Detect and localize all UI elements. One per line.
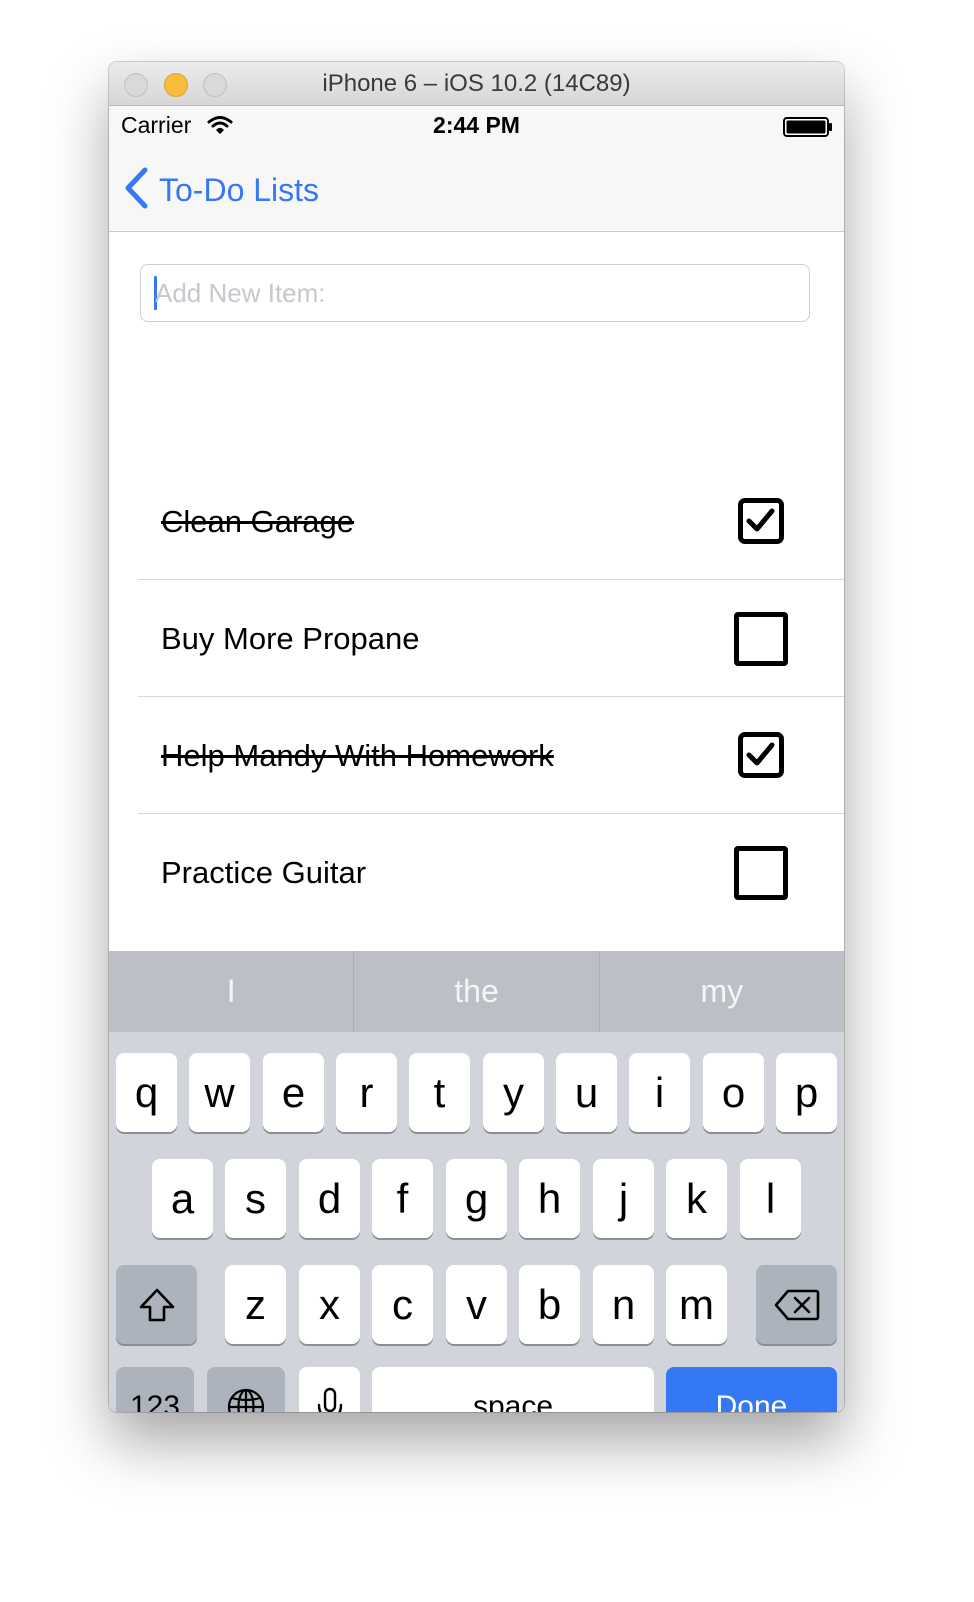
back-button[interactable]: To-Do Lists [123,167,320,214]
key-o[interactable]: o [703,1053,764,1132]
key-h[interactable]: h [519,1159,580,1238]
key-p[interactable]: p [776,1053,837,1132]
status-bar: Carrier 2:44 PM [109,106,844,146]
predictive-text-bar: I the my [109,951,844,1032]
todo-title: Practice Guitar [161,855,367,890]
key-g[interactable]: g [446,1159,507,1238]
prediction-suggestion[interactable]: the [353,951,598,1032]
checkmark-icon [746,508,775,532]
key-z[interactable]: z [225,1265,286,1344]
prediction-suggestion[interactable]: my [598,951,844,1032]
key-b[interactable]: b [519,1265,580,1344]
key-j[interactable]: j [593,1159,654,1238]
globe-key[interactable] [207,1367,285,1412]
todo-checkbox-unchecked[interactable] [734,846,788,900]
key-i[interactable]: i [629,1053,690,1132]
add-item-field[interactable] [140,264,810,322]
key-q[interactable]: q [116,1053,177,1132]
key-k[interactable]: k [666,1159,727,1238]
phone-screen: Carrier 2:44 PM To-Do Lists Add New Item… [109,106,844,1412]
battery-icon [783,116,833,143]
prediction-suggestion[interactable]: I [109,951,353,1032]
microphone-key[interactable] [299,1367,360,1412]
space-key[interactable]: space [372,1367,654,1412]
delete-key[interactable] [756,1265,837,1344]
todo-title: Clean Garage [161,504,355,539]
key-l[interactable]: l [740,1159,801,1238]
todo-row[interactable]: Practice Guitar [109,814,844,931]
todo-title: Buy More Propane [161,621,420,656]
shift-icon [139,1288,174,1321]
todo-row[interactable]: Buy More Propane [109,580,844,697]
key-a[interactable]: a [152,1159,213,1238]
key-e[interactable]: e [263,1053,324,1132]
todo-list: Clean Garage Buy More Propane Help Mandy… [109,463,844,931]
key-d[interactable]: d [299,1159,360,1238]
key-m[interactable]: m [666,1265,727,1344]
window-title: iPhone 6 – iOS 10.2 (14C89) [322,70,631,97]
window-titlebar: iPhone 6 – iOS 10.2 (14C89) [109,62,844,106]
chevron-left-icon [123,167,149,214]
key-c[interactable]: c [372,1265,433,1344]
navigation-bar: To-Do Lists [109,146,844,232]
todo-title: Help Mandy With Homework [161,738,554,773]
todo-checkbox-unchecked[interactable] [734,612,788,666]
key-x[interactable]: x [299,1265,360,1344]
key-r[interactable]: r [336,1053,397,1132]
globe-icon [227,1388,265,1412]
key-f[interactable]: f [372,1159,433,1238]
keyboard: I the my q w e r t y u i o p a s d f g h… [109,951,844,1412]
numbers-key[interactable]: 123 [116,1367,194,1412]
simulator-window: iPhone 6 – iOS 10.2 (14C89) Carrier 2:44… [109,62,844,1412]
key-t[interactable]: t [409,1053,470,1132]
back-button-label: To-Do Lists [159,171,320,208]
shift-key[interactable] [116,1265,197,1344]
add-item-input[interactable] [155,265,795,321]
microphone-icon [317,1387,342,1412]
key-y[interactable]: y [483,1053,544,1132]
key-n[interactable]: n [593,1265,654,1344]
todo-row[interactable]: Help Mandy With Homework [109,697,844,814]
key-s[interactable]: s [225,1159,286,1238]
delete-icon [774,1289,819,1320]
done-key[interactable]: Done [666,1367,837,1412]
checkmark-icon [746,742,775,766]
todo-checkbox-checked[interactable] [738,498,784,544]
key-v[interactable]: v [446,1265,507,1344]
todo-row[interactable]: Clean Garage [109,463,844,580]
key-u[interactable]: u [556,1053,617,1132]
todo-checkbox-checked[interactable] [738,732,784,778]
status-time: 2:44 PM [433,112,520,138]
key-w[interactable]: w [189,1053,250,1132]
